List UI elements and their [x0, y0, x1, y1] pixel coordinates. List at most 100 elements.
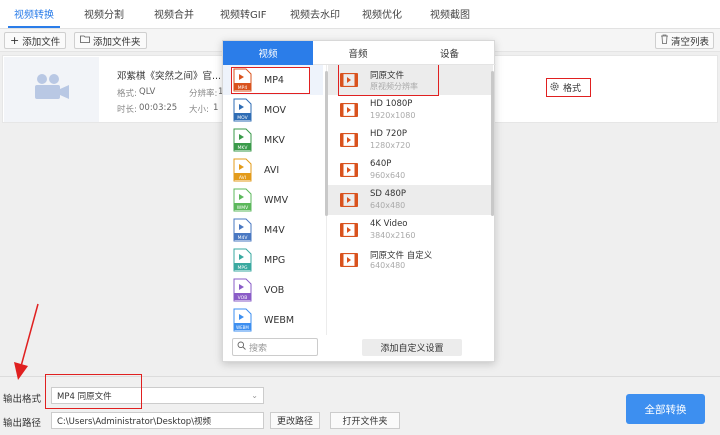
resolution-item-4k[interactable]: 4K Video 3840x2160 — [328, 215, 493, 245]
size-label: 大小: — [189, 105, 209, 115]
format-item-mov[interactable]: MOV MOV — [223, 95, 323, 125]
format-item-m4v[interactable]: M4V M4V — [223, 215, 323, 245]
resolution-detail: 640x480 — [370, 261, 406, 270]
trash-icon — [660, 34, 669, 47]
m4v-file-icon: M4V — [233, 218, 252, 242]
resolution-item-720p[interactable]: HD 720P 1280x720 — [328, 125, 493, 155]
popup-tab-video[interactable]: 视频 — [223, 41, 313, 65]
resolution-detail: 3840x2160 — [370, 231, 416, 240]
resolution-detail: 960x640 — [370, 171, 406, 180]
resolution-item-1080p[interactable]: HD 1080P 1920x1080 — [328, 95, 493, 125]
resolution-list-scrollbar[interactable] — [491, 71, 494, 216]
tab-video-optimize[interactable]: 视频优化 — [362, 6, 402, 21]
add-file-label: 添加文件 — [22, 36, 61, 48]
mkv-file-icon: MKV — [233, 128, 252, 152]
format-search-input[interactable]: 搜索 — [232, 338, 318, 356]
format-label-m4v: M4V — [264, 224, 285, 236]
change-path-button[interactable]: 更改路径 — [270, 412, 320, 429]
resolution-name: 640P — [370, 159, 392, 169]
search-icon — [237, 341, 246, 353]
output-path-field[interactable]: C:\Users\Administrator\Desktop\视频 — [51, 412, 264, 429]
svg-text:AVI: AVI — [239, 175, 246, 181]
output-format-label: 输出格式 — [3, 394, 42, 405]
svg-text:M4V: M4V — [238, 235, 249, 241]
resolution-detail: 1280x720 — [370, 141, 411, 150]
format-label-avi: AVI — [264, 164, 280, 176]
mpg-file-icon: MPG — [233, 248, 252, 272]
add-file-button[interactable]: + 添加文件 — [4, 32, 67, 49]
film-icon — [339, 192, 359, 208]
format-item-mpg[interactable]: MPG MPG — [223, 245, 323, 275]
format-label-vob: VOB — [264, 284, 285, 296]
vob-file-icon: VOB — [233, 278, 252, 302]
tab-video-merge[interactable]: 视频合并 — [154, 6, 194, 21]
svg-text:VOB: VOB — [238, 295, 248, 301]
open-folder-button[interactable]: 打开文件夹 — [330, 412, 400, 429]
output-format-highlight — [45, 374, 142, 409]
resolution-item-custom[interactable]: 同原文件 自定义 640x480 — [328, 245, 493, 275]
add-folder-label: 添加文件夹 — [93, 36, 141, 48]
format-item-mkv[interactable]: MKV MKV — [223, 125, 323, 155]
svg-text:MKV: MKV — [238, 145, 249, 151]
popup-tab-bar: 视频 音频 设备 — [223, 41, 496, 65]
svg-text:MOV: MOV — [237, 115, 248, 121]
avi-file-icon: AVI — [233, 158, 252, 182]
tab-video-to-gif[interactable]: 视频转GIF — [220, 6, 266, 21]
film-icon — [339, 252, 359, 268]
resolution-name: SD 480P — [370, 189, 406, 199]
duration-label: 时长: — [117, 105, 137, 115]
tab-video-convert[interactable]: 视频转换 — [14, 6, 54, 21]
svg-text:MP4: MP4 — [238, 85, 248, 91]
resolution-detail: 原视频分辨率 — [370, 82, 418, 91]
tab-video-watermark-remove[interactable]: 视频去水印 — [290, 6, 340, 21]
format-settings-button[interactable]: 格式 — [546, 78, 591, 97]
svg-text:WMV: WMV — [237, 205, 249, 211]
resolution-item-640p[interactable]: 640P 960x640 — [328, 155, 493, 185]
resolution-detail: 1920x1080 — [370, 111, 416, 120]
size-value: 1 — [213, 103, 219, 113]
duration-value: 00:03:25 — [139, 103, 178, 113]
svg-text:WEBM: WEBM — [236, 325, 249, 330]
format-popup: 视频 音频 设备 MP4 MP4 MOV MOV MKV MKV AVI AVI… — [222, 40, 496, 362]
plus-icon: + — [10, 34, 20, 47]
resolution-name: 同原文件 — [370, 71, 405, 81]
mp4-file-icon: MP4 — [233, 68, 252, 92]
format-item-vob[interactable]: VOB VOB — [223, 275, 323, 305]
resolution-name: 同原文件 自定义 — [370, 251, 433, 261]
popup-tab-audio[interactable]: 音频 — [313, 41, 403, 65]
mov-file-icon: MOV — [233, 98, 252, 122]
format-label-mkv: MKV — [264, 134, 285, 146]
top-tab-bar: 视频转换 视频分割 视频合并 视频转GIF 视频去水印 视频优化 视频截图 — [0, 0, 720, 29]
tab-video-screenshot[interactable]: 视频截图 — [430, 6, 470, 21]
format-item-webm[interactable]: WEBM WEBM — [223, 305, 323, 335]
tab-video-split[interactable]: 视频分割 — [84, 6, 124, 21]
resolution-detail: 640x480 — [370, 201, 406, 210]
format-item-wmv[interactable]: WMV WMV — [223, 185, 323, 215]
resolution-item-480p[interactable]: SD 480P 640x480 — [328, 185, 493, 215]
film-icon — [339, 72, 359, 88]
output-settings-bar: 输出格式 MP4 同原文件 ⌄ 输出路径 C:\Users\Administra… — [0, 374, 720, 435]
format-item-mp4[interactable]: MP4 MP4 — [223, 65, 323, 95]
format-item-avi[interactable]: AVI AVI — [223, 155, 323, 185]
chevron-down-icon: ⌄ — [251, 391, 258, 400]
resolution-label: 分辨率: — [189, 89, 218, 99]
wmv-file-icon: WMV — [233, 188, 252, 212]
video-camera-icon — [32, 72, 72, 107]
folder-icon — [80, 35, 90, 46]
clear-list-button[interactable]: 清空列表 — [655, 32, 715, 49]
format-value: QLV — [139, 87, 156, 97]
film-icon — [339, 222, 359, 238]
add-custom-setting-button[interactable]: 添加自定义设置 — [362, 339, 462, 356]
svg-text:MPG: MPG — [237, 265, 248, 271]
convert-all-button[interactable]: 全部转换 — [626, 394, 705, 424]
film-icon — [339, 102, 359, 118]
popup-tab-device[interactable]: 设备 — [403, 41, 496, 65]
search-placeholder: 搜索 — [249, 343, 268, 354]
format-list: MP4 MP4 MOV MOV MKV MKV AVI AVI WMV WMV … — [223, 65, 327, 335]
resolution-name: 4K Video — [370, 219, 408, 229]
format-label-mp4: MP4 — [264, 74, 284, 86]
resolution-item-original[interactable]: 同原文件 原视频分辨率 — [328, 65, 493, 96]
resolution-list: 同原文件 原视频分辨率 HD 1080P 1920x1080 HD 720P 1… — [328, 65, 493, 335]
add-folder-button[interactable]: 添加文件夹 — [74, 32, 147, 49]
resolution-name: HD 1080P — [370, 99, 413, 109]
